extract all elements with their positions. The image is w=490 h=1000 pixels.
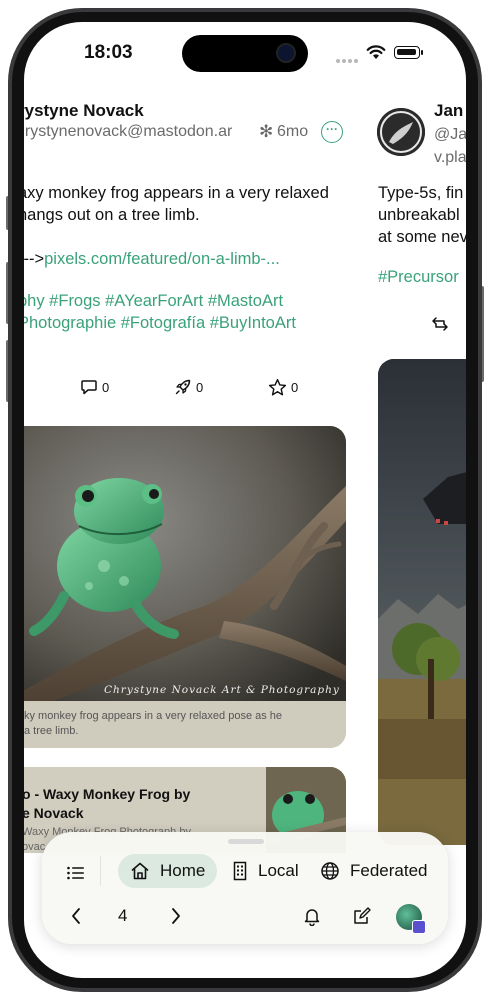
link-card-title-line: e Novack [24, 805, 84, 821]
post-author-handle[interactable]: @Ja v.pla [434, 123, 466, 169]
screen: 18:03 rystyne Novack hrystynenovack@mast… [24, 22, 466, 978]
post-author-handle[interactable]: hrystynenovack@mastodon.ar [24, 123, 248, 141]
navigation-row: 4 [42, 904, 448, 934]
post-hashtags: phy #Frogs #AYearForArt #MastoArt Photog… [24, 290, 358, 334]
star-icon [268, 378, 287, 396]
image-watermark: Chrystyne Novack Art & Photography [104, 684, 340, 696]
favourite-count: 0 [291, 380, 299, 395]
reply-button[interactable]: 0 [80, 378, 109, 396]
camera-icon [276, 43, 296, 63]
globe-icon [321, 862, 339, 880]
post-actions: 0 0 0 [24, 378, 354, 402]
handle-line: v.pla [434, 149, 466, 166]
boost-button[interactable]: 0 [174, 378, 203, 396]
post-age: 6mo [277, 123, 309, 140]
mastodon-badge-icon [412, 920, 426, 934]
post-body-line: axy monkey frog appears in a very relaxe… [24, 184, 329, 202]
tab-label: Federated [350, 861, 428, 880]
post-image[interactable]: Chrystyne Novack Art & Photography ky mo… [24, 426, 346, 748]
toolbar-divider [100, 856, 101, 886]
list-icon[interactable] [66, 865, 86, 881]
wifi-icon [366, 45, 386, 59]
battery-icon [394, 46, 423, 59]
tab-home[interactable]: Home [118, 854, 218, 888]
building-icon [233, 861, 247, 881]
avatar[interactable] [377, 108, 425, 156]
favourite-button[interactable]: 0 [268, 378, 298, 397]
hashtag-line[interactable]: Photographie #Fotografía #BuyIntoArt [24, 312, 358, 334]
tab-label: Local [258, 861, 299, 880]
post-hashtag[interactable]: #Precursor [378, 268, 459, 287]
alt-text-line: a tree limb. [24, 725, 79, 737]
post-image[interactable] [378, 359, 466, 845]
image-alt-text: ky monkey frog appears in a very relaxed… [24, 701, 346, 748]
pixel-art-image [378, 359, 466, 845]
back-icon[interactable] [70, 906, 82, 926]
boost-icon[interactable] [430, 314, 450, 334]
visibility-icon: ✻ [259, 122, 274, 141]
link-prefix: ---> [24, 250, 45, 268]
avatar-image [377, 108, 425, 156]
reply-count: 0 [102, 379, 110, 395]
more-options-icon[interactable]: ··· [321, 121, 343, 143]
post-link[interactable]: pixels.com/featured/on-a-limb-... [44, 250, 280, 268]
forward-icon[interactable] [170, 906, 182, 926]
post-author-name[interactable]: rystyne Novack [24, 101, 144, 121]
hashtag-line[interactable]: phy #Frogs #AYearForArt #MastoArt [24, 290, 358, 312]
status-time: 18:03 [84, 42, 133, 63]
compose-icon[interactable] [352, 906, 372, 926]
post-body-line: Type-5s, fin [378, 184, 464, 202]
tab-federated[interactable]: Federated [320, 854, 428, 888]
alt-text-line: ky monkey frog appears in a very relaxed… [24, 710, 283, 722]
rocket-icon [175, 379, 191, 395]
bottom-toolbar: Home Local Federated 4 [42, 832, 448, 944]
bell-icon[interactable] [302, 906, 322, 926]
signal-icon [336, 50, 360, 68]
reply-icon [81, 380, 97, 395]
post-body-line: unbreakabl [378, 206, 460, 224]
boost-count: 0 [196, 379, 204, 395]
tab-label: Home [160, 861, 206, 880]
page-number: 4 [118, 906, 128, 925]
post-author-name[interactable]: Jan [434, 101, 463, 121]
post-body: axy monkey frog appears in a very relaxe… [24, 182, 348, 270]
post-body: Type-5s, fin unbreakabl at some nev [378, 182, 466, 248]
home-icon [131, 862, 149, 880]
link-card-title: o - Waxy Monkey Frog by e Novack [24, 785, 190, 823]
link-card-title-line: o - Waxy Monkey Frog by [24, 786, 191, 802]
post-body-line: hangs out on a tree limb. [24, 206, 200, 224]
frog-image [24, 426, 346, 701]
handle-line: @Ja [434, 126, 466, 143]
drag-handle[interactable] [228, 839, 264, 844]
post-body-line: at some nev [378, 228, 466, 246]
tab-local[interactable]: Local [232, 854, 299, 888]
